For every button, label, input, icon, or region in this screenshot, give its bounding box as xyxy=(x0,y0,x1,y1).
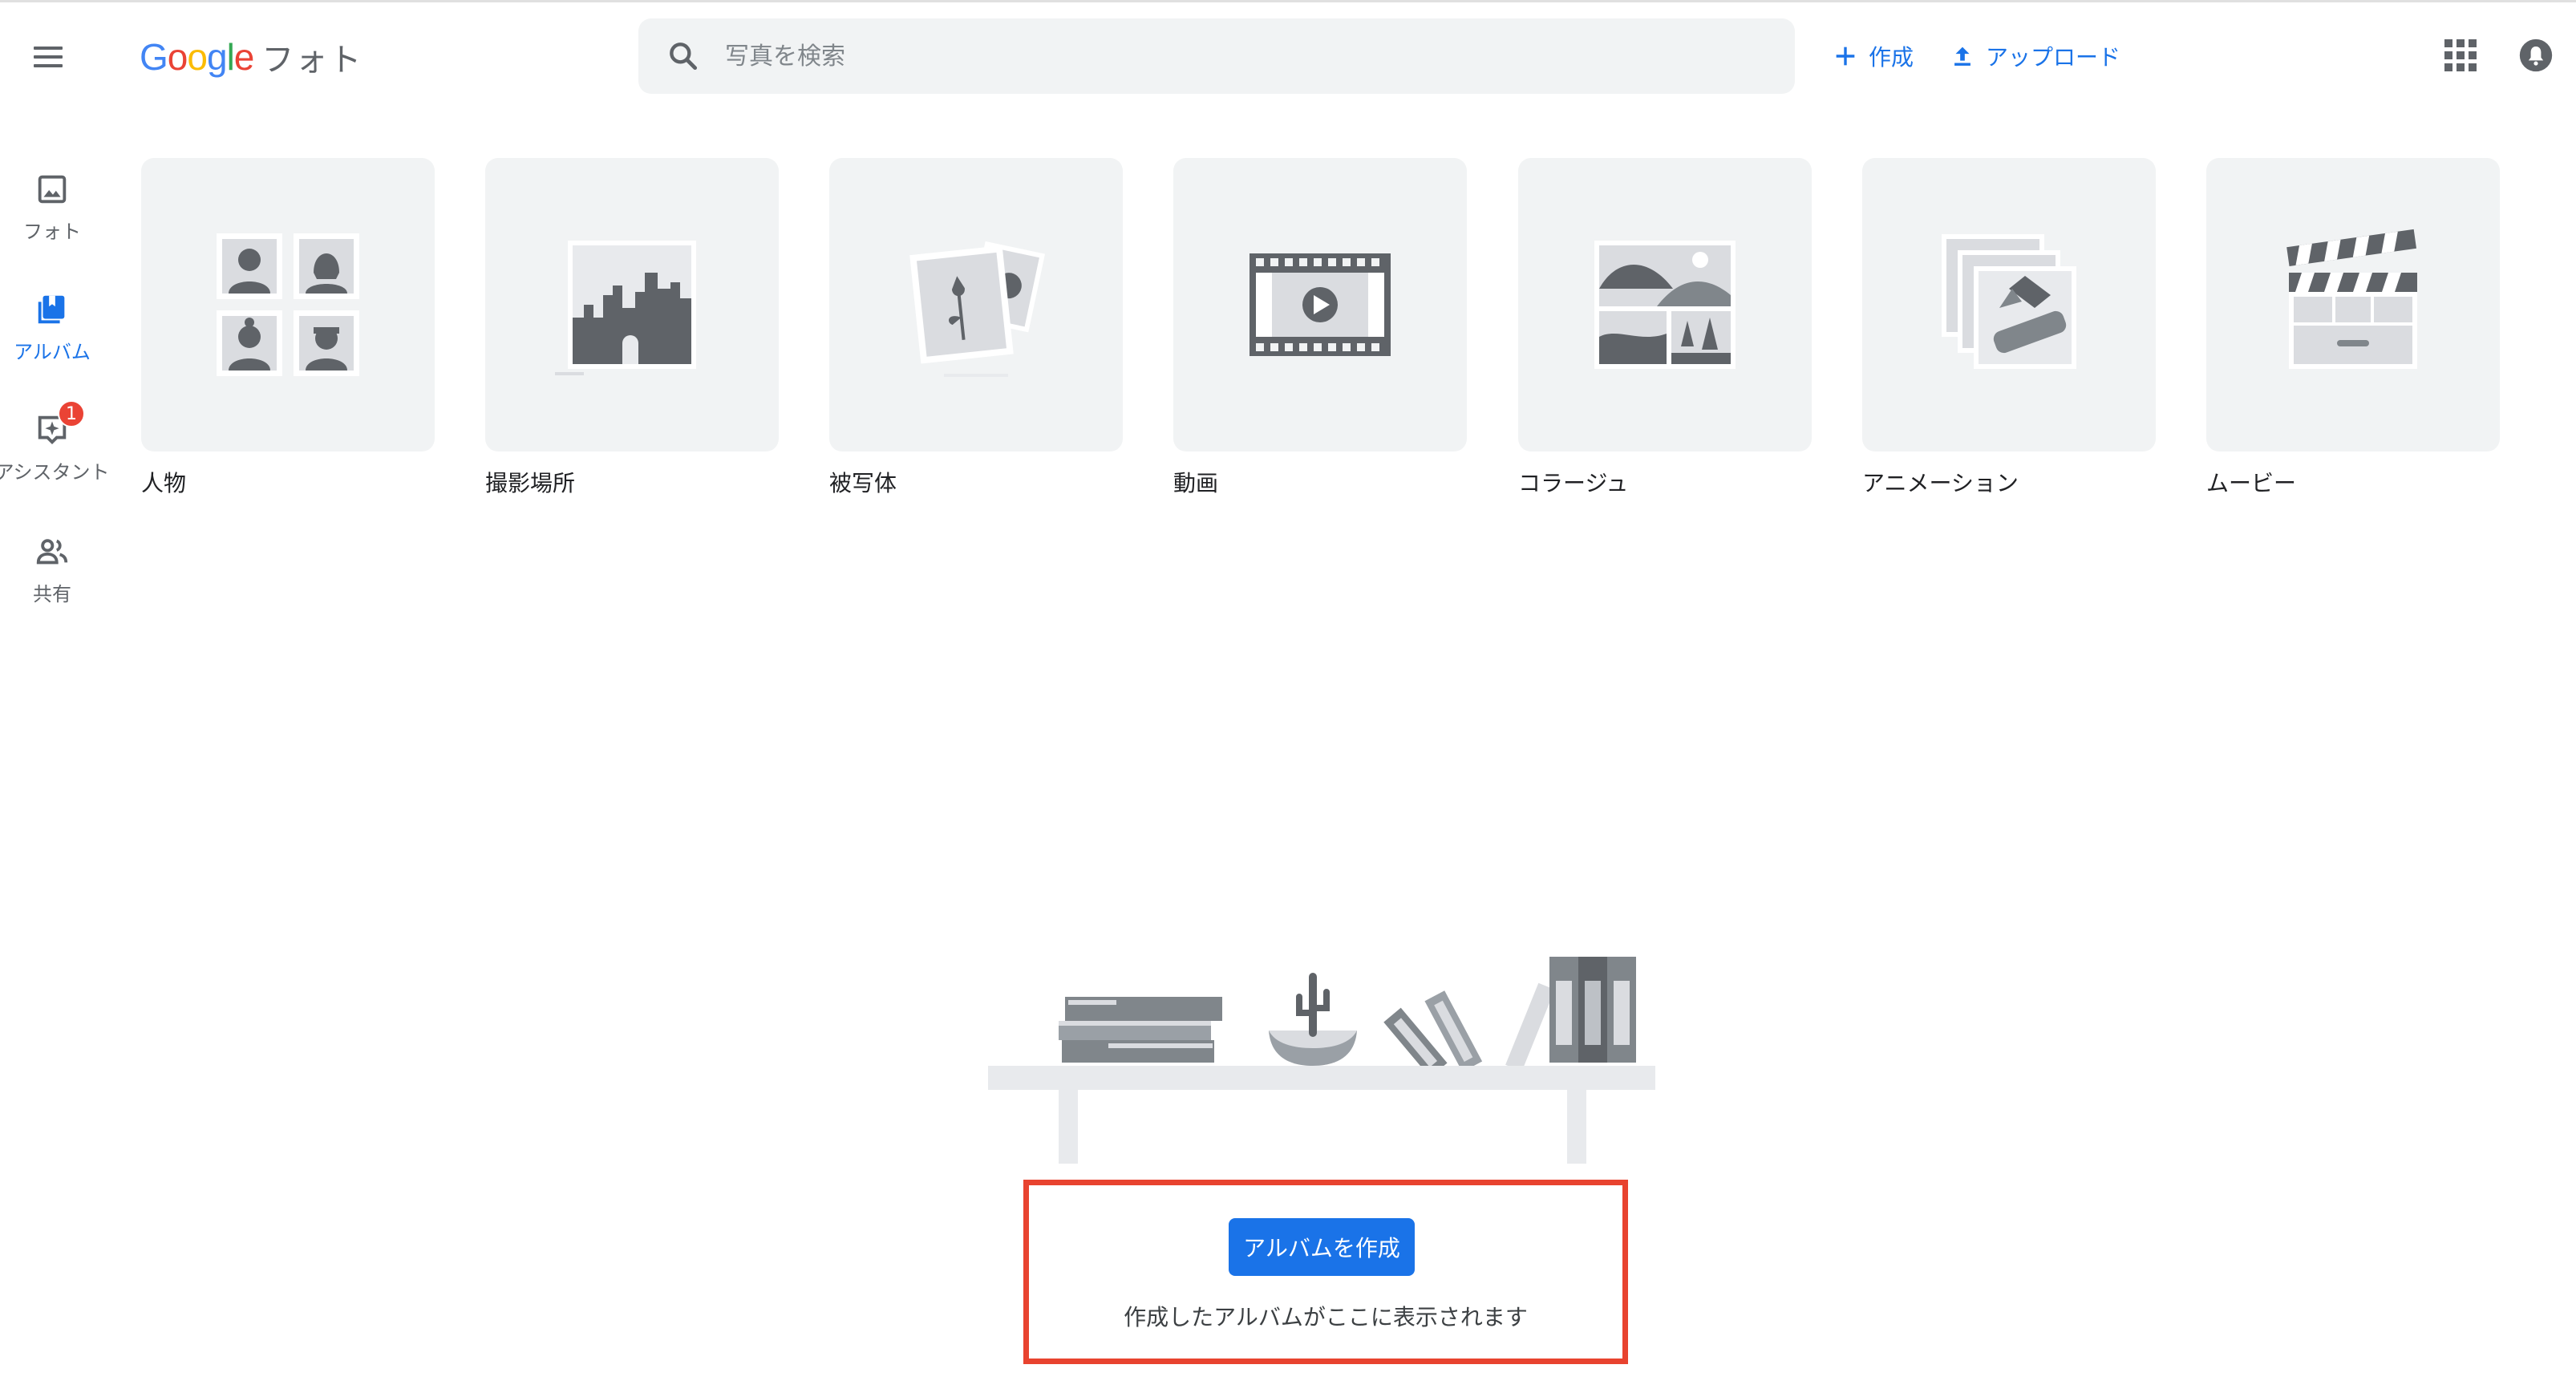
category-movies[interactable]: ムービー xyxy=(2206,158,2500,498)
category-animations-thumbnail xyxy=(1862,158,2156,451)
category-videos-thumbnail xyxy=(1173,158,1467,451)
notifications-icon[interactable] xyxy=(2518,38,2554,73)
category-label: 人物 xyxy=(141,470,187,496)
category-people[interactable]: 人物 xyxy=(141,158,435,498)
movie-illustration-icon xyxy=(2286,229,2417,369)
sidebar-item-label: アルバム xyxy=(14,341,91,363)
people-illustration-icon xyxy=(217,233,359,376)
create-label: 作成 xyxy=(1869,44,1914,71)
places-illustration-icon xyxy=(555,241,696,375)
upload-icon xyxy=(1954,47,1970,66)
category-places[interactable]: 撮影場所 xyxy=(485,158,779,498)
bookshelf-illustration xyxy=(988,957,1655,1164)
category-people-thumbnail xyxy=(141,158,435,451)
main-menu-icon[interactable] xyxy=(27,36,69,78)
category-animations[interactable]: アニメーション xyxy=(1862,158,2156,498)
empty-state-message: 作成したアルバムがここに表示されます xyxy=(1124,1304,1528,1330)
product-name: フォト xyxy=(261,42,363,79)
search-icon[interactable] xyxy=(666,38,701,74)
category-label: 被写体 xyxy=(829,470,897,496)
video-illustration-icon xyxy=(1250,253,1391,356)
google-photos-app: Google フォト 作成 アップロード フォト アルバム 1 アシスタント 共… xyxy=(0,0,2576,1397)
category-things-thumbnail xyxy=(829,158,1123,451)
photo-icon xyxy=(38,175,67,204)
sidebar-item-label: アシスタント xyxy=(0,461,110,484)
category-label: 撮影場所 xyxy=(485,470,576,496)
search-input[interactable] xyxy=(725,32,1795,80)
sidebar-item-sharing[interactable]: 共有 xyxy=(0,533,104,606)
category-label: 動画 xyxy=(1173,470,1219,496)
category-things[interactable]: 被写体 xyxy=(829,158,1123,498)
apps-grid-icon[interactable] xyxy=(2443,38,2478,73)
upload-label: アップロード xyxy=(1986,44,2121,71)
category-places-thumbnail xyxy=(485,158,779,451)
google-wordmark: Google xyxy=(140,36,254,78)
collage-illustration-icon xyxy=(1594,241,1736,369)
category-collages[interactable]: コラージュ xyxy=(1518,158,1812,498)
notification-badge: 1 xyxy=(58,400,85,427)
people-icon xyxy=(36,539,68,565)
create-button[interactable]: 作成 xyxy=(1832,34,1914,78)
animation-illustration-icon xyxy=(1942,234,2076,369)
upload-button[interactable]: アップロード xyxy=(1949,34,2120,78)
category-collages-thumbnail xyxy=(1518,158,1812,451)
category-label: アニメーション xyxy=(1862,470,2019,496)
things-illustration-icon xyxy=(909,241,1046,377)
plus-icon xyxy=(1836,47,1855,66)
category-movies-thumbnail xyxy=(2206,158,2500,451)
sidebar-item-label: フォト xyxy=(23,221,81,243)
create-album-button[interactable]: アルバムを作成 xyxy=(1229,1218,1415,1276)
search-bar[interactable] xyxy=(638,18,1795,94)
sidebar-item-assistant[interactable]: 1 アシスタント xyxy=(0,400,110,484)
sidebar-item-label: 共有 xyxy=(33,583,71,605)
category-label: ムービー xyxy=(2206,470,2297,496)
album-icon xyxy=(38,295,65,324)
category-videos[interactable]: 動画 xyxy=(1173,158,1467,498)
sidebar-item-albums[interactable]: アルバム xyxy=(0,291,104,364)
category-label: コラージュ xyxy=(1518,470,1629,496)
google-photos-logo[interactable]: Google フォト xyxy=(140,33,363,81)
sidebar-item-photos[interactable]: フォト xyxy=(0,171,104,244)
